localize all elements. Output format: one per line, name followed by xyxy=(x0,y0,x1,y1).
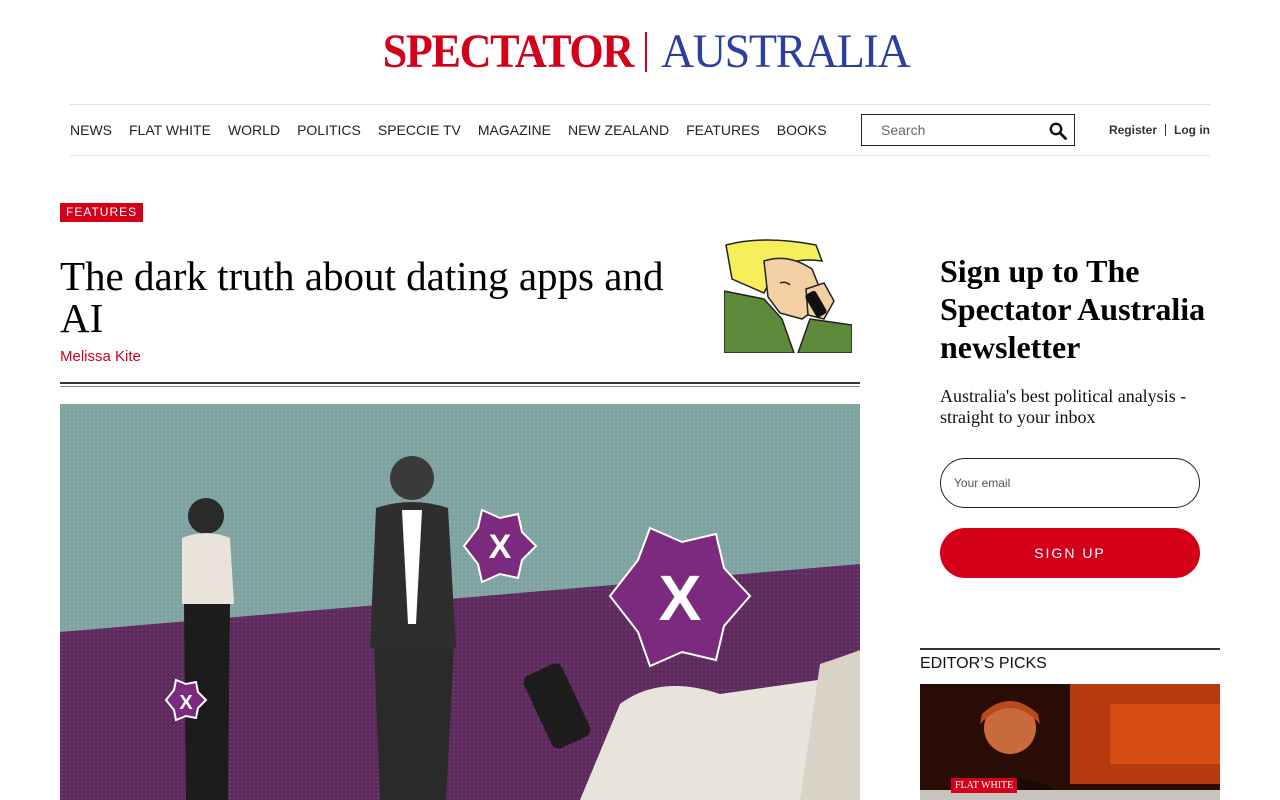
nav-item-flat-white[interactable]: FLAT WHITE xyxy=(129,122,211,138)
nav-items: NEWS FLAT WHITE WORLD POLITICS SPECCIE TV MAG… xyxy=(70,105,844,155)
search-box[interactable] xyxy=(861,114,1075,146)
nav-item-features[interactable]: FEATURES xyxy=(686,122,760,138)
svg-text:X: X xyxy=(179,692,193,714)
nav-item-magazine[interactable]: MAGAZINE xyxy=(478,122,551,138)
article-category-tag[interactable]: FEATURES xyxy=(60,203,144,222)
editors-picks-rule xyxy=(920,648,1220,650)
article-divider xyxy=(60,382,860,387)
nav-item-new-zealand[interactable]: NEW ZEALAND xyxy=(568,122,669,138)
svg-text:X: X xyxy=(659,562,702,634)
masthead: SPECTATOR AUSTRALIA xyxy=(0,28,1280,76)
article-headline: The dark truth about dating apps and AI xyxy=(60,253,664,341)
search-input[interactable] xyxy=(862,116,1038,144)
newsletter-email-input[interactable] xyxy=(941,476,1171,490)
auth-divider xyxy=(1165,124,1166,136)
site-logo[interactable]: SPECTATOR AUSTRALIA xyxy=(361,28,919,76)
logo-divider xyxy=(644,32,647,72)
logo-australia: AUSTRALIA xyxy=(660,25,911,78)
article-hero-image: X X X xyxy=(60,404,860,800)
nav-item-world[interactable]: WORLD xyxy=(228,122,280,138)
newsletter-email-field[interactable] xyxy=(940,458,1200,508)
editors-picks-title: EDITOR’S PICKS xyxy=(920,655,1047,672)
nav-item-speccie-tv[interactable]: SPECCIE TV xyxy=(378,122,461,138)
login-link[interactable]: Log in xyxy=(1174,123,1210,137)
main-nav: NEWS FLAT WHITE WORLD POLITICS SPECCIE TV MAG… xyxy=(70,104,1210,156)
article-illustration xyxy=(724,239,852,353)
logo-spectator: SPECTATOR xyxy=(382,25,635,78)
newsletter-subtitle: Australia's best political analysis - st… xyxy=(940,386,1187,427)
article-author[interactable]: Melissa Kite xyxy=(60,348,141,365)
auth-links: Register Log in xyxy=(1109,105,1210,155)
register-link[interactable]: Register xyxy=(1109,123,1157,137)
newsletter-signup-button[interactable]: SIGN UP xyxy=(940,528,1200,578)
search-icon[interactable] xyxy=(1049,122,1067,140)
newsletter-title: Sign up to The Spectator Australia newsl… xyxy=(940,253,1206,365)
nav-item-politics[interactable]: POLITICS xyxy=(297,122,361,138)
nav-item-books[interactable]: BOOKS xyxy=(777,122,827,138)
svg-text:X: X xyxy=(489,528,512,566)
nav-item-news[interactable]: NEWS xyxy=(70,122,112,138)
editors-pick-tag[interactable]: FLAT WHITE xyxy=(951,778,1018,793)
